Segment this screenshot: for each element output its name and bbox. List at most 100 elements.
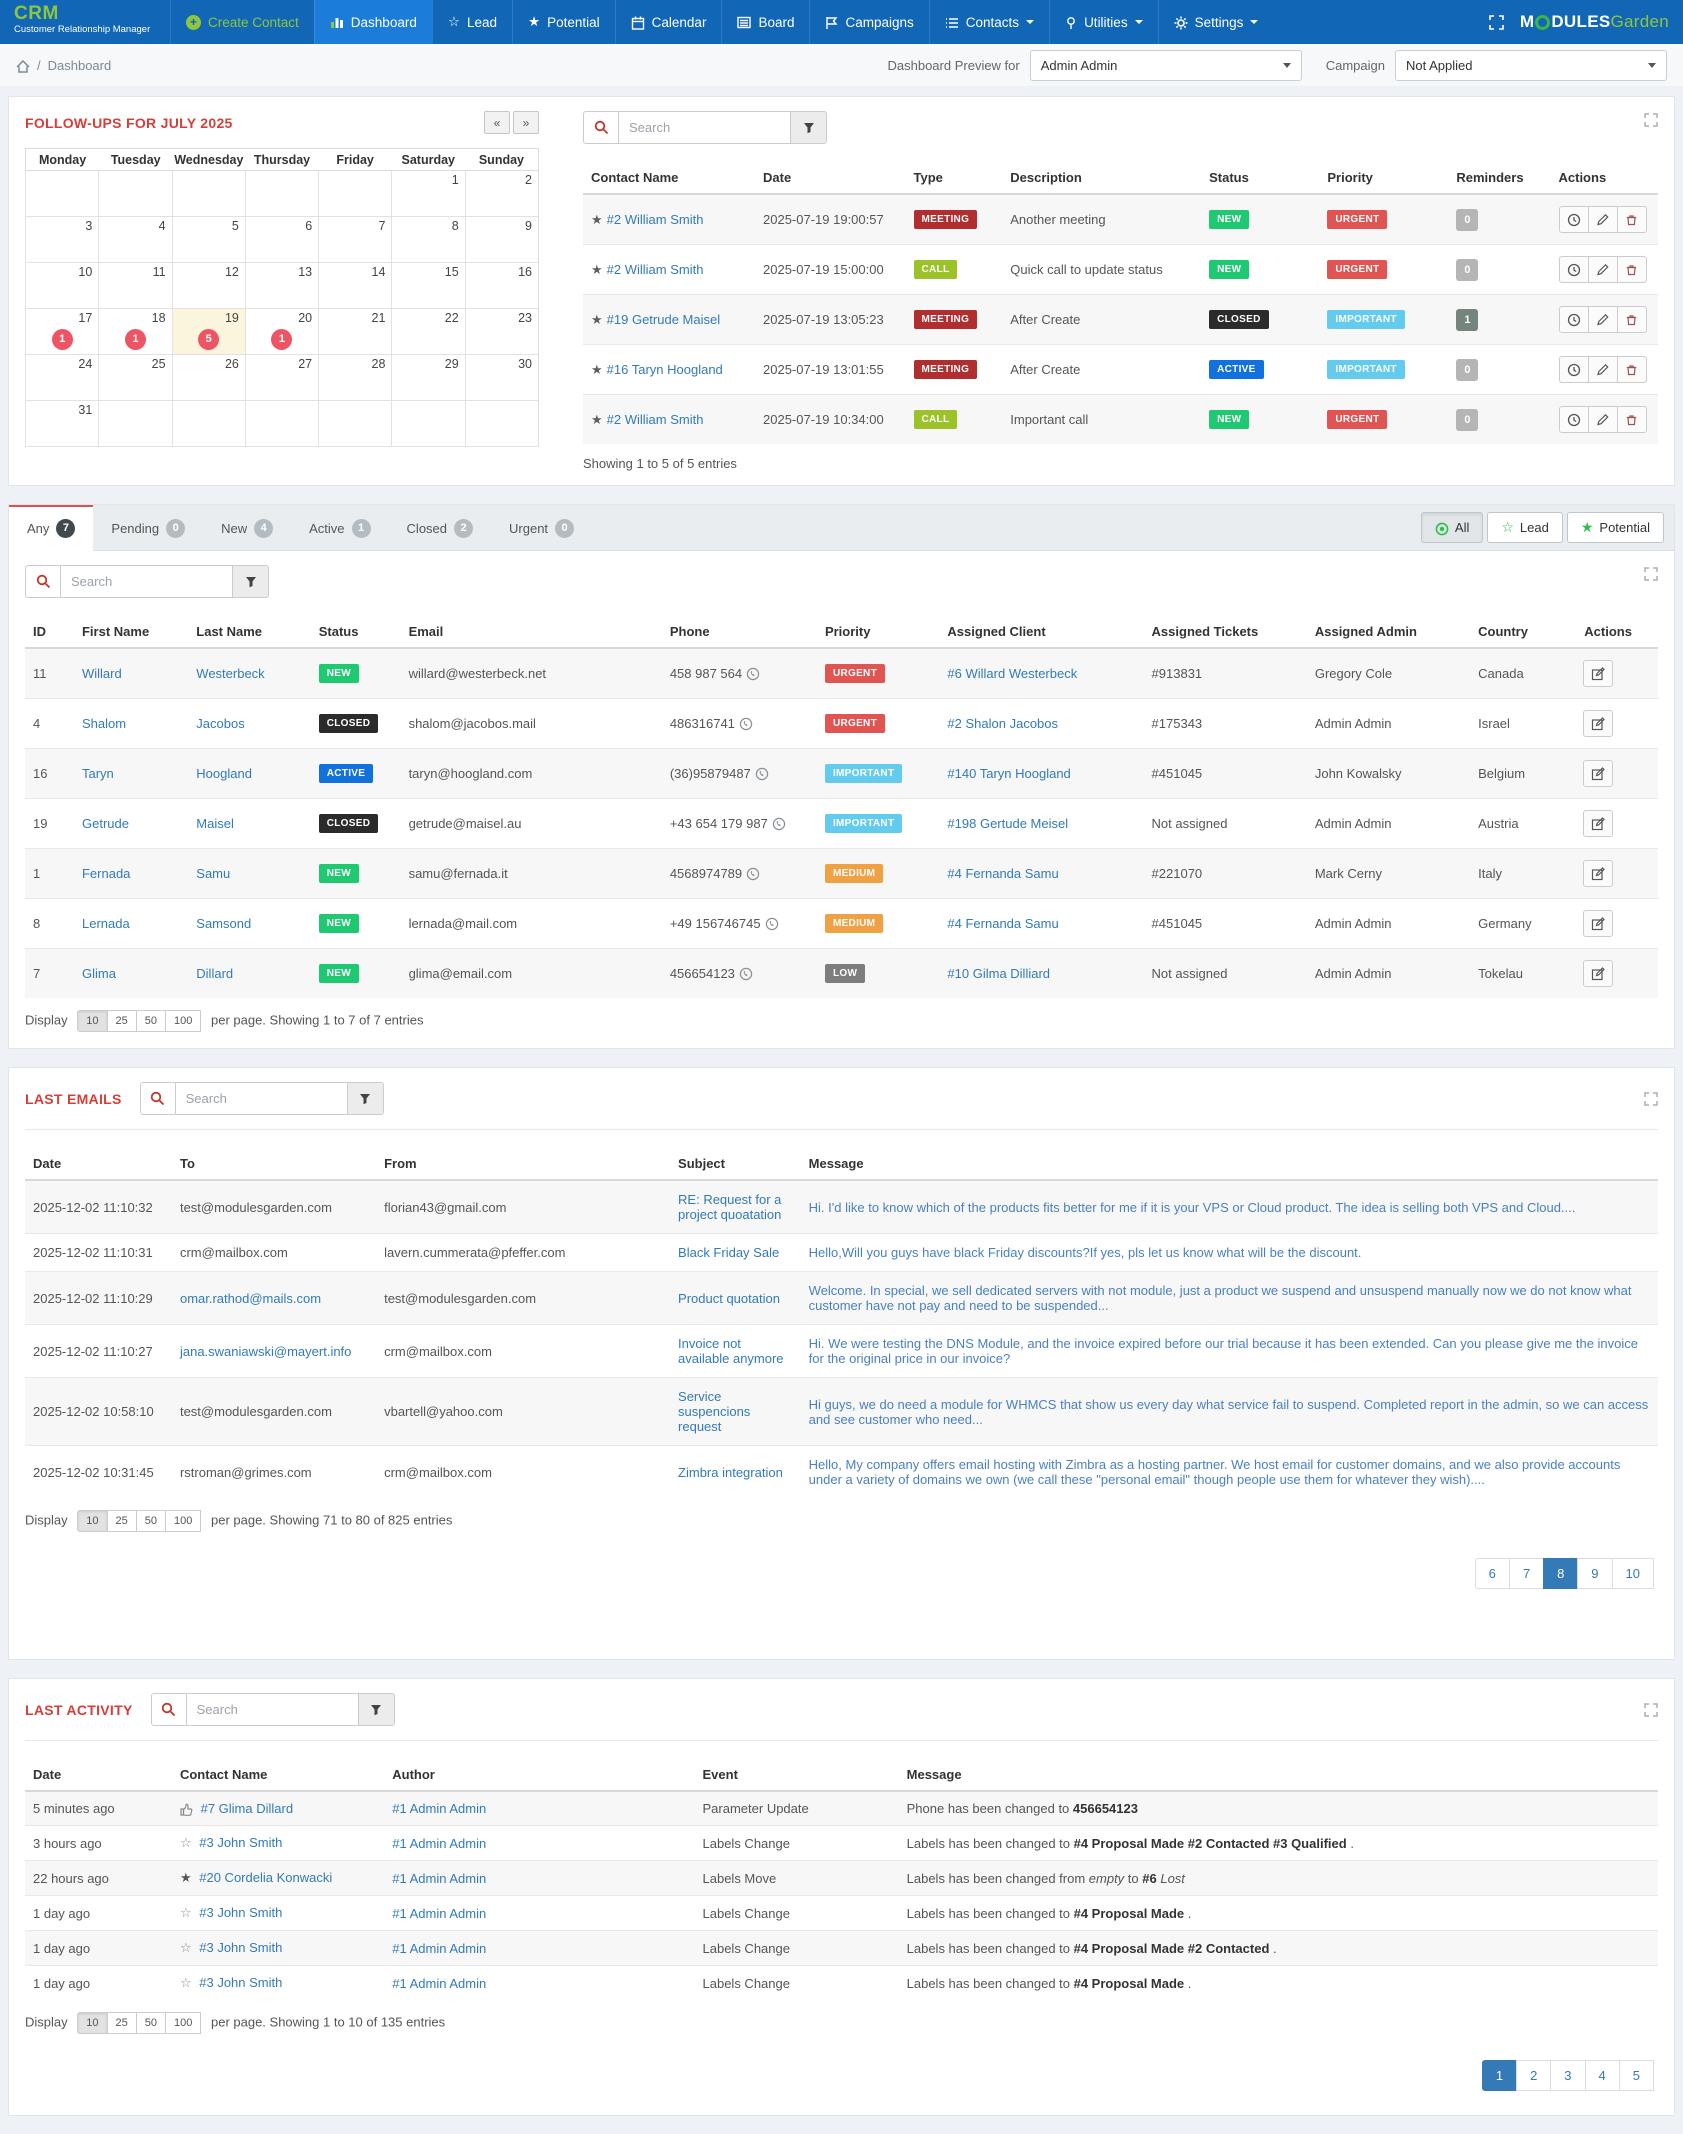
page-size-button[interactable]: 10	[77, 1510, 107, 1532]
edit-button[interactable]	[1588, 206, 1618, 233]
activity-row[interactable]: 3 hours ago ☆ #3 John Smith #1 Admin Adm…	[25, 1826, 1658, 1861]
followup-row[interactable]: ★#2 William Smith 2025-07-19 15:00:00 CA…	[583, 245, 1658, 295]
star-icon[interactable]: ★	[591, 262, 603, 277]
calendar-day-cell[interactable]	[465, 401, 538, 447]
page-button[interactable]: 2	[1516, 2060, 1551, 2091]
last-name-link[interactable]: Hoogland	[196, 766, 252, 781]
assigned-client-link[interactable]: #4 Fernanda Samu	[947, 916, 1058, 931]
activity-row[interactable]: 22 hours ago ★ #20 Cordelia Konwacki #1 …	[25, 1861, 1658, 1896]
edit-contact-button[interactable]	[1583, 760, 1613, 787]
calendar-day-cell[interactable]: 10	[25, 263, 98, 309]
page-button[interactable]: 6	[1475, 1558, 1510, 1589]
status-tab[interactable]: Urgent 0	[491, 505, 592, 550]
email-to[interactable]: test@modulesgarden.com	[180, 1200, 332, 1215]
email-from[interactable]: test@modulesgarden.com	[384, 1291, 536, 1306]
calendar-day-cell[interactable]	[245, 401, 318, 447]
column-header[interactable]: Actions	[1576, 616, 1658, 648]
calendar-day-cell[interactable]: 22	[391, 309, 464, 355]
column-header[interactable]: Last Name	[188, 616, 310, 648]
calendar-day-cell[interactable]: 23	[465, 309, 538, 355]
reminders-badge[interactable]: 1	[1456, 309, 1478, 331]
followup-row[interactable]: ★#2 William Smith 2025-07-19 10:34:00 CA…	[583, 395, 1658, 445]
reminder-clock-button[interactable]	[1559, 406, 1589, 433]
nav-item-utilities[interactable]: Utilities	[1049, 0, 1158, 44]
reminders-badge[interactable]: 0	[1456, 359, 1478, 381]
calendar-day-cell[interactable]: 14	[318, 263, 391, 309]
column-header[interactable]: From	[376, 1148, 670, 1180]
email-to[interactable]: test@modulesgarden.com	[180, 1404, 332, 1419]
search-icon[interactable]	[583, 111, 619, 144]
email-row[interactable]: 2025-12-02 10:31:45 rstroman@grimes.com …	[25, 1446, 1658, 1499]
calendar-day-cell[interactable]: 8	[391, 217, 464, 263]
nav-item-dashboard[interactable]: Dashboard	[314, 0, 432, 44]
app-logo[interactable]: CRM Customer Relationship Manager	[0, 0, 170, 44]
status-tab[interactable]: Pending 0	[93, 505, 203, 550]
calendar-next-button[interactable]: »	[513, 111, 539, 134]
calendar-day-cell[interactable]	[25, 171, 98, 217]
email-to[interactable]: rstroman@grimes.com	[180, 1465, 312, 1480]
followup-count-badge[interactable]: 1	[52, 329, 73, 350]
email-from[interactable]: crm@mailbox.com	[384, 1465, 492, 1480]
page-button[interactable]: 8	[1543, 1558, 1578, 1589]
filter-lead-button[interactable]: ☆ Lead	[1487, 512, 1562, 543]
activity-row[interactable]: 1 day ago ☆ #3 John Smith #1 Admin Admin…	[25, 1896, 1658, 1931]
contact-row[interactable]: 1 Fernada Samu NEW samu@fernada.it 45689…	[25, 849, 1658, 899]
status-tab[interactable]: Active 1	[291, 505, 388, 550]
column-header[interactable]: Priority	[817, 616, 939, 648]
reminder-clock-button[interactable]	[1559, 206, 1589, 233]
column-header[interactable]: Assigned Admin	[1307, 616, 1470, 648]
calendar-day-cell[interactable]: 13	[245, 263, 318, 309]
followups-search-input[interactable]	[619, 111, 791, 144]
column-header[interactable]: Priority	[1319, 162, 1448, 194]
page-size-button[interactable]: 25	[107, 1510, 137, 1532]
contact-row[interactable]: 8 Lernada Samsond NEW lernada@mail.com +…	[25, 899, 1658, 949]
modulesgarden-logo[interactable]: MDULESGarden	[1520, 12, 1669, 32]
calendar-day-cell[interactable]: 30	[465, 355, 538, 401]
column-header[interactable]: Author	[384, 1759, 694, 1791]
email-row[interactable]: 2025-12-02 10:58:10 test@modulesgarden.c…	[25, 1378, 1658, 1446]
calendar-day-cell[interactable]	[318, 171, 391, 217]
calendar-day-cell[interactable]	[245, 171, 318, 217]
calendar-day-cell[interactable]: 16	[465, 263, 538, 309]
email-from[interactable]: lavern.cummerata@pfeffer.com	[384, 1245, 565, 1260]
calendar-day-cell[interactable]: 21	[318, 309, 391, 355]
nav-item-campaigns[interactable]: Campaigns	[809, 0, 928, 44]
last-name-link[interactable]: Samu	[196, 866, 230, 881]
status-tab[interactable]: New 4	[203, 505, 291, 550]
nav-item-potential[interactable]: ★ Potential	[512, 0, 615, 44]
status-tab[interactable]: Closed 2	[389, 505, 491, 550]
calendar-day-cell[interactable]: 29	[391, 355, 464, 401]
whatsapp-icon[interactable]	[739, 966, 753, 981]
edit-contact-button[interactable]	[1583, 860, 1613, 887]
column-header[interactable]: Contact Name	[583, 162, 755, 194]
column-header[interactable]: Message	[801, 1148, 1658, 1180]
filter-icon[interactable]	[359, 1693, 395, 1726]
email-subject-link[interactable]: Service suspencions request	[678, 1389, 750, 1434]
edit-contact-button[interactable]	[1583, 660, 1613, 687]
column-header[interactable]: Message	[899, 1759, 1658, 1791]
reminders-badge[interactable]: 0	[1456, 209, 1478, 231]
search-icon[interactable]	[25, 565, 61, 598]
whatsapp-icon[interactable]	[755, 766, 769, 781]
calendar-day-cell[interactable]: 2	[465, 171, 538, 217]
email-subject-link[interactable]: Black Friday Sale	[678, 1245, 779, 1260]
calendar-day-cell[interactable]	[391, 401, 464, 447]
delete-button[interactable]	[1617, 406, 1647, 433]
calendar-day-cell[interactable]: 6	[245, 217, 318, 263]
first-name-link[interactable]: Lernada	[82, 916, 130, 931]
contact-link[interactable]: #2 William Smith	[607, 212, 704, 227]
last-name-link[interactable]: Dillard	[196, 966, 233, 981]
whatsapp-icon[interactable]	[746, 866, 760, 881]
contact-row[interactable]: 11 Willard Westerbeck NEW willard@wester…	[25, 648, 1658, 699]
calendar-day-cell[interactable]: 26	[172, 355, 245, 401]
column-header[interactable]: Reminders	[1448, 162, 1550, 194]
page-button[interactable]: 10	[1612, 1558, 1654, 1589]
page-size-button[interactable]: 100	[165, 1510, 201, 1532]
search-icon[interactable]	[140, 1082, 176, 1115]
filter-potential-button[interactable]: ★ Potential	[1567, 512, 1664, 543]
page-size-button[interactable]: 10	[77, 2012, 107, 2034]
page-size-button[interactable]: 50	[136, 1010, 166, 1032]
reminder-clock-button[interactable]	[1559, 306, 1589, 333]
column-header[interactable]: Description	[1002, 162, 1201, 194]
page-button[interactable]: 9	[1577, 1558, 1612, 1589]
